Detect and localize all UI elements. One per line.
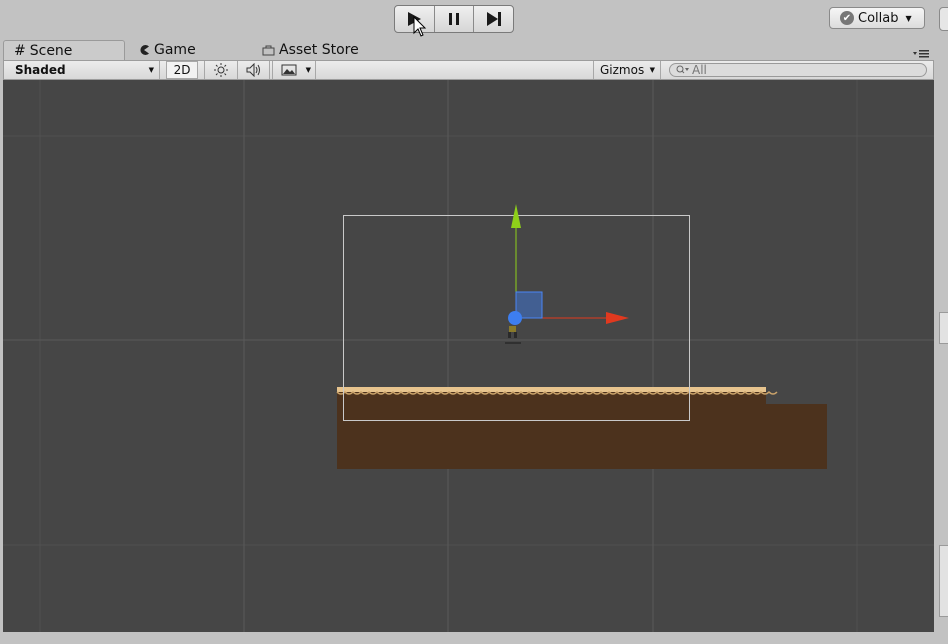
draw-mode-label: Shaded	[15, 63, 66, 77]
lighting-toggle[interactable]	[204, 61, 238, 79]
right-scrollbar[interactable]	[934, 80, 948, 644]
step-icon	[486, 12, 501, 26]
main-toolbar: ✔ Collab ▼	[0, 0, 948, 40]
playback-controls	[394, 5, 514, 33]
player-body	[509, 326, 516, 332]
gizmos-dropdown[interactable]: Gizmos ▼	[593, 61, 661, 79]
scene-grid-major	[3, 80, 934, 632]
tab-game-label: Game	[154, 42, 196, 58]
tab-scene-label: Scene	[29, 42, 73, 59]
chevron-down-icon: ▼	[148, 66, 154, 74]
bag-icon	[262, 45, 275, 56]
scene-search-input[interactable]: All	[669, 63, 927, 77]
scene-viewport[interactable]	[3, 80, 934, 632]
scene-toolbar: Shaded ▼ 2D ▼ Gizmos ▼ All	[3, 60, 934, 80]
pause-icon	[449, 13, 459, 25]
window-tabs: # Scene Game Asset Store	[0, 40, 934, 60]
grass-edge	[337, 387, 766, 392]
collab-label: Collab	[858, 10, 899, 26]
mode-2d-label: 2D	[173, 63, 191, 77]
gizmo-center-handle[interactable]	[508, 311, 522, 325]
mouse-cursor-icon	[413, 16, 427, 37]
check-circle-icon: ✔	[840, 11, 854, 25]
audio-toggle[interactable]	[238, 61, 270, 79]
pacman-icon	[140, 45, 149, 55]
x-axis-arrow-handle[interactable]	[606, 312, 629, 324]
grid-icon: #	[14, 42, 26, 59]
search-placeholder: All	[692, 63, 707, 77]
account-button[interactable]	[939, 7, 948, 31]
tab-asset-store-label: Asset Store	[279, 42, 359, 58]
chevron-down-icon: ▼	[649, 66, 655, 74]
pause-button[interactable]	[435, 6, 475, 32]
image-icon	[281, 64, 297, 76]
step-button[interactable]	[474, 6, 513, 32]
scrollbar-thumb[interactable]	[939, 312, 948, 344]
search-icon	[676, 65, 689, 74]
scene-canvas[interactable]	[3, 80, 934, 632]
bottom-edge	[0, 632, 934, 644]
tab-game[interactable]: Game	[138, 40, 196, 60]
scrollbar-thumb-lower[interactable]	[939, 545, 948, 617]
tab-menu-icon[interactable]	[912, 47, 930, 59]
effects-dropdown[interactable]: ▼	[272, 61, 316, 79]
ground-platform[interactable]	[336, 387, 827, 469]
mode-2d-toggle[interactable]: 2D	[166, 61, 198, 79]
player-leg-left	[508, 332, 511, 338]
collab-button[interactable]: ✔ Collab ▼	[829, 7, 925, 29]
tab-asset-store[interactable]: Asset Store	[262, 40, 359, 60]
ground-dirt	[337, 389, 827, 469]
draw-mode-dropdown[interactable]: Shaded ▼	[4, 61, 160, 79]
player-leg-right	[514, 332, 517, 338]
move-gizmo[interactable]	[508, 204, 629, 325]
tab-scene[interactable]: # Scene	[3, 40, 125, 60]
chevron-down-icon: ▼	[905, 13, 912, 23]
gizmos-label: Gizmos	[600, 63, 645, 77]
chevron-down-icon: ▼	[305, 66, 311, 74]
scene-grid-minor	[3, 80, 934, 632]
sun-icon	[214, 63, 228, 77]
speaker-icon	[246, 63, 260, 77]
